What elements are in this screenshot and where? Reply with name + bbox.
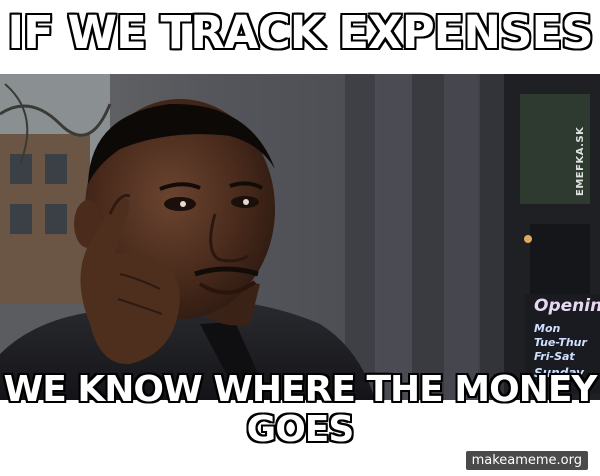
meme-bottom-caption-line2: GOES: [246, 409, 355, 450]
meme-image: Openin Mon Tue-Thur Fri-Sat Sunday IF WE…: [0, 0, 600, 476]
roll-safe-photo: [0, 74, 600, 400]
sign-line-tue: Tue-Thur: [534, 336, 587, 349]
sign-line-mon: Mon: [534, 322, 561, 335]
side-watermark: EMEFKA.SK: [575, 126, 586, 196]
meme-top-caption: IF WE TRACK EXPENSES: [7, 6, 593, 59]
site-watermark: makeameme.org: [465, 451, 588, 470]
meme-photo: Openin Mon Tue-Thur Fri-Sat Sunday: [0, 74, 600, 400]
meme-bottom-caption: WE KNOW WHERE THE MONEY GOES: [0, 370, 600, 450]
sign-openin: Openin: [534, 296, 600, 316]
meme-bottom-caption-line1: WE KNOW WHERE THE MONEY: [3, 369, 597, 410]
sign-line-fri: Fri-Sat: [534, 350, 575, 363]
